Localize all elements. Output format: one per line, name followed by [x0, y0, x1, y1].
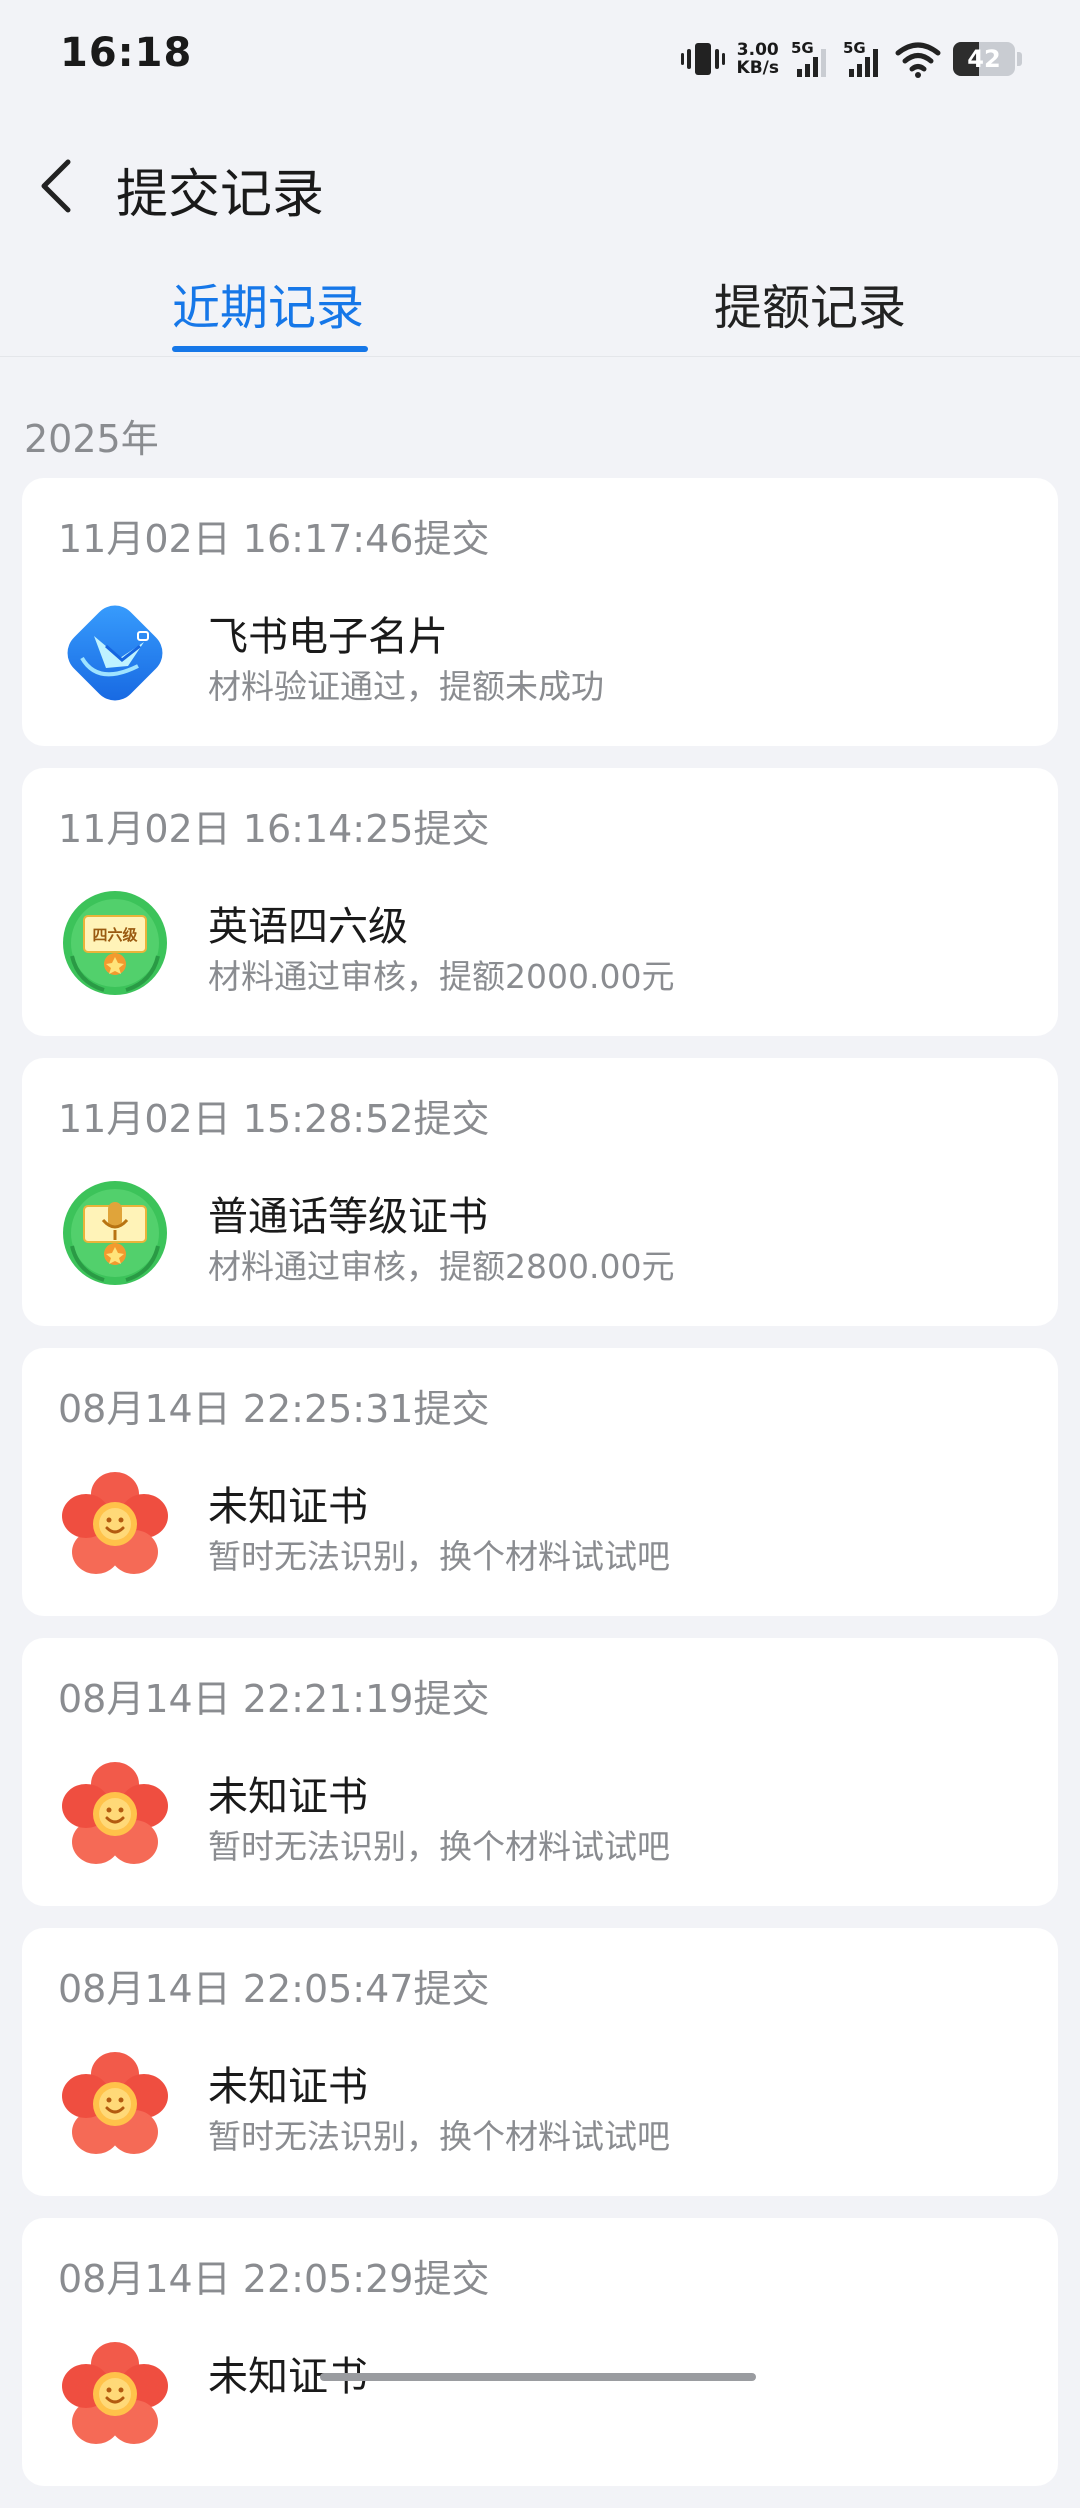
page-title: 提交记录 [116, 165, 325, 225]
tab-recent-records[interactable]: 近期记录 [172, 268, 364, 338]
active-tab-indicator [172, 346, 368, 352]
battery-icon: 42 [953, 42, 1015, 76]
record-time: 08月14日 22:25:31提交 [58, 1387, 490, 1431]
record-status: 材料验证通过，提额未成功 [208, 667, 604, 706]
record-name: 未知证书 [208, 1484, 368, 1530]
status-bar: 16:18 3.00 KB/s 5G 5G 42 [0, 0, 1080, 118]
battery-level: 42 [967, 45, 1001, 73]
record-card[interactable]: 08月14日 22:05:29提交 未知证书 [22, 2218, 1058, 2486]
record-status: 暂时无法识别，换个材料试试吧 [208, 1827, 670, 1866]
record-time: 08月14日 22:21:19提交 [58, 1677, 490, 1721]
record-time: 11月02日 16:17:46提交 [58, 517, 490, 561]
network-speed-unit: KB/s [736, 58, 779, 78]
tab-limit-records[interactable]: 提额记录 [714, 268, 906, 338]
record-status: 暂时无法识别，换个材料试试吧 [208, 1537, 670, 1576]
vibrate-icon [680, 43, 725, 75]
flower-icon [62, 2052, 168, 2154]
record-status: 材料通过审核，提额2000.00元 [208, 957, 675, 996]
battery-tip [1017, 52, 1022, 66]
record-card[interactable]: 08月14日 22:21:19提交 未知证书 暂时无法识别，换个材料试试吧 [22, 1638, 1058, 1906]
record-time: 08月14日 22:05:29提交 [58, 2257, 490, 2301]
cet-badge-icon: 四六级 [63, 891, 167, 995]
record-card[interactable]: 11月02日 16:14:25提交 四六级 英语四六级 材料通过审核，提额200… [22, 768, 1058, 1036]
status-time: 16:18 [60, 30, 193, 76]
flower-icon [62, 1762, 168, 1864]
record-card[interactable]: 11月02日 16:17:46提交 飞书电子名片 材料验证通过，提额未成功 [22, 478, 1058, 746]
tab-bar: 近期记录 提额记录 [0, 250, 1080, 357]
mandarin-badge-icon [63, 1181, 167, 1285]
record-card[interactable]: 11月02日 15:28:52提交 普通话等级证书 材料通过审核，提额2800.… [22, 1058, 1058, 1326]
status-icons: 3.00 KB/s 5G 5G 42 [680, 34, 1022, 84]
wifi-icon [895, 42, 941, 78]
flower-icon [62, 1472, 168, 1574]
record-name: 未知证书 [208, 2064, 368, 2110]
record-status: 材料通过审核，提额2800.00元 [208, 1247, 675, 1286]
flower-icon [62, 2342, 168, 2444]
cet-badge-text: 四六级 [92, 926, 138, 944]
record-time: 11月02日 15:28:52提交 [58, 1097, 490, 1141]
record-time: 08月14日 22:05:47提交 [58, 1967, 490, 2011]
record-status: 暂时无法识别，换个材料试试吧 [208, 2117, 670, 2156]
record-name: 英语四六级 [208, 904, 408, 950]
network-speed: 3.00 KB/s [737, 41, 779, 77]
record-card[interactable]: 08月14日 22:05:47提交 未知证书 暂时无法识别，换个材料试试吧 [22, 1928, 1058, 2196]
record-time: 11月02日 16:14:25提交 [58, 807, 490, 851]
record-name: 飞书电子名片 [208, 614, 448, 660]
record-name: 普通话等级证书 [208, 1194, 488, 1240]
back-icon[interactable] [34, 156, 82, 216]
record-name: 未知证书 [208, 1774, 368, 1820]
signal-5g-icon: 5G [791, 39, 831, 79]
network-speed-value: 3.00 [736, 40, 779, 60]
feishu-card-icon [67, 605, 163, 701]
header: 提交记录 [0, 130, 1080, 240]
year-label: 2025年 [24, 417, 159, 461]
signal-5g-icon-2: 5G [843, 39, 883, 79]
records-list: 11月02日 16:17:46提交 飞书电子名片 材料验证通过，提额未成功 11… [22, 478, 1058, 2508]
home-indicator[interactable] [320, 2373, 756, 2381]
record-card[interactable]: 08月14日 22:25:31提交 未知证书 暂时无法识别，换个材料试试吧 [22, 1348, 1058, 1616]
